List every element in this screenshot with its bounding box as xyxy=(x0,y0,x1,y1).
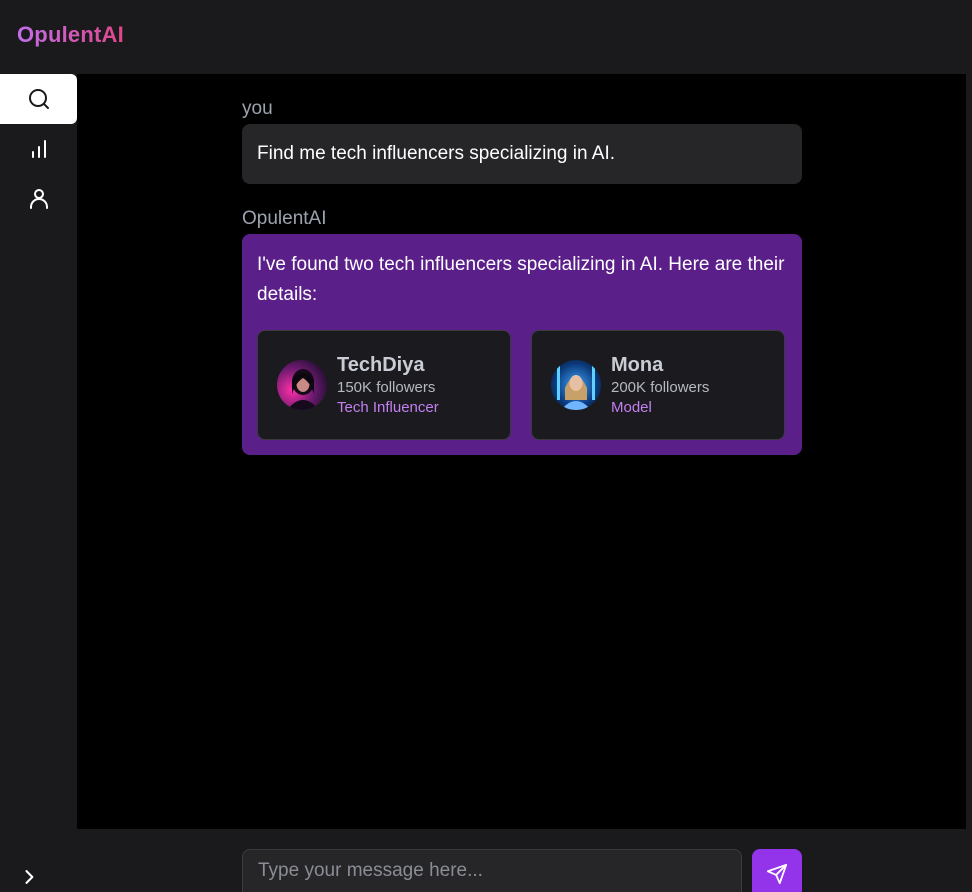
sidebar xyxy=(0,74,77,892)
influencer-role: Tech Influencer xyxy=(337,398,439,416)
sidebar-item-search[interactable] xyxy=(0,74,77,124)
chat-thread: you Find me tech influencers specializin… xyxy=(242,96,802,455)
user-icon xyxy=(29,189,48,209)
influencer-card-techdiya[interactable]: TechDiya 150K followers Tech Influencer xyxy=(257,330,511,440)
brand-logo[interactable]: OpulentAI xyxy=(17,22,124,48)
chevron-right-icon xyxy=(25,870,34,884)
search-icon xyxy=(28,89,49,109)
send-button[interactable] xyxy=(752,849,802,892)
message-sender-user: you xyxy=(242,98,273,119)
bar-chart-icon xyxy=(31,140,46,158)
influencer-followers: 200K followers xyxy=(611,378,710,396)
sidebar-item-analytics[interactable] xyxy=(0,124,77,174)
influencer-name: TechDiya xyxy=(337,353,425,376)
ai-message-text: I've found two tech influencers speciali… xyxy=(257,254,785,305)
send-icon xyxy=(766,863,788,885)
avatar xyxy=(277,360,327,410)
scrollbar-track[interactable] xyxy=(966,74,972,829)
app-window: OpulentAI you Find me tech influencers s… xyxy=(0,0,972,892)
influencer-cards: TechDiya 150K followers Tech Influencer xyxy=(257,330,787,440)
user-message-bubble: Find me tech influencers specializing in… xyxy=(242,124,802,184)
sidebar-expand-button[interactable] xyxy=(14,862,44,892)
message-sender-ai: OpulentAI xyxy=(242,208,327,229)
sidebar-item-profile[interactable] xyxy=(0,174,77,224)
ai-message-bubble: I've found two tech influencers speciali… xyxy=(242,234,802,455)
influencer-card-mona[interactable]: Mona 200K followers Model xyxy=(531,330,785,440)
influencer-followers: 150K followers xyxy=(337,378,436,396)
avatar xyxy=(551,360,601,410)
message-input[interactable] xyxy=(242,849,742,892)
top-bar: OpulentAI xyxy=(0,0,972,74)
influencer-role: Model xyxy=(611,398,652,416)
user-message-text: Find me tech influencers specializing in… xyxy=(257,143,616,164)
influencer-name: Mona xyxy=(611,353,664,376)
